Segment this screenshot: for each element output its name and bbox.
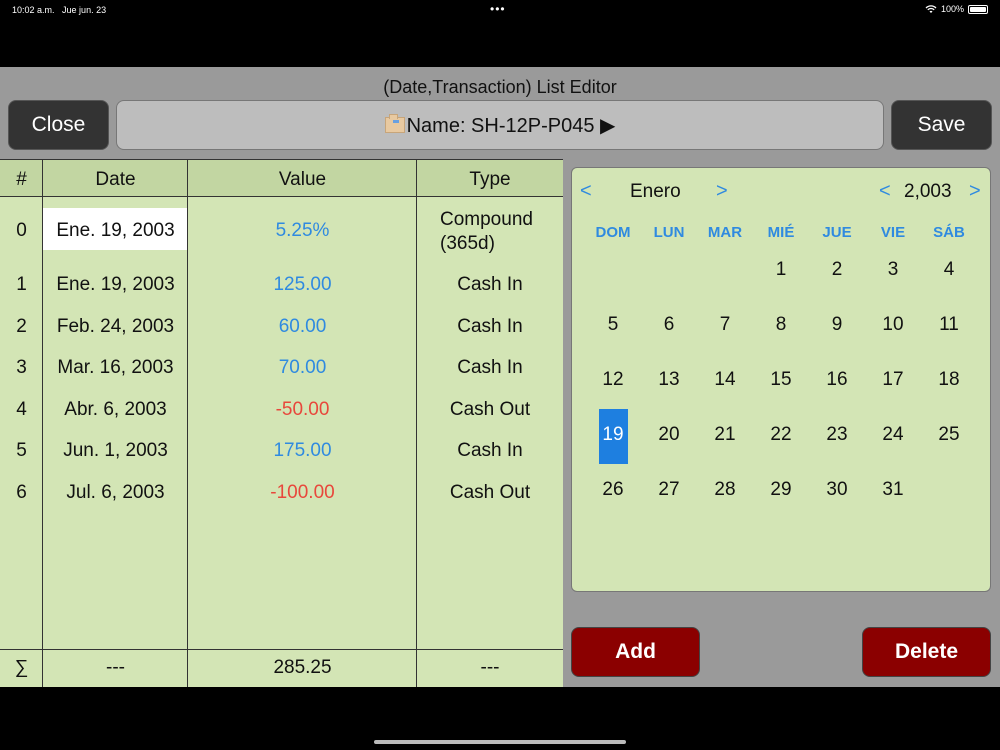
- status-bar: 10:02 a.m. Jue jun. 23 ••• 100%: [0, 0, 1000, 20]
- calendar-day[interactable]: 15: [753, 369, 809, 391]
- calendar-day[interactable]: 14: [697, 369, 753, 391]
- row-index: 2: [16, 316, 27, 337]
- weekday-label: SÁB: [933, 224, 965, 241]
- prev-year-button[interactable]: <: [879, 180, 891, 203]
- date-picker-calendar: < Enero > < 2,003 > DOM LUN MAR MIÉ JUE …: [571, 167, 991, 592]
- sum-symbol: ∑: [14, 657, 29, 678]
- status-right: 100%: [925, 4, 988, 14]
- list-editor-panel: (Date,Transaction) List Editor Close Nam…: [0, 67, 1000, 687]
- calendar-day[interactable]: 19: [585, 424, 641, 446]
- calendar-day[interactable]: 20: [641, 424, 697, 446]
- row-date[interactable]: Abr. 6, 2003: [43, 399, 188, 421]
- header-index: #: [16, 169, 27, 190]
- calendar-day[interactable]: 8: [753, 314, 809, 336]
- total-value: 285.25: [273, 657, 332, 678]
- calendar-day[interactable]: 18: [921, 369, 977, 391]
- next-year-button[interactable]: >: [969, 180, 981, 203]
- row-type[interactable]: Cash In: [417, 274, 563, 296]
- folder-icon: [384, 114, 405, 133]
- window-title: (Date,Transaction) List Editor: [383, 77, 617, 97]
- calendar-day[interactable]: 11: [921, 314, 977, 336]
- footer-type: ---: [480, 657, 500, 678]
- year-label: 2,003: [904, 181, 952, 202]
- calendar-day[interactable]: 16: [809, 369, 865, 391]
- prev-month-button[interactable]: <: [580, 180, 592, 203]
- row-type[interactable]: Compound (365d): [417, 208, 563, 256]
- home-indicator[interactable]: [374, 740, 626, 744]
- calendar-day[interactable]: 28: [697, 479, 753, 501]
- calendar-day[interactable]: 25: [921, 424, 977, 446]
- row-value[interactable]: -50.00: [188, 399, 417, 421]
- weekday-label: MAR: [707, 224, 743, 241]
- calendar-day[interactable]: 12: [585, 369, 641, 391]
- next-month-button[interactable]: >: [716, 180, 728, 203]
- add-button[interactable]: Add: [571, 627, 700, 677]
- status-time: 10:02 a.m. Jue jun. 23: [12, 5, 107, 15]
- row-type[interactable]: Cash Out: [417, 482, 563, 504]
- delete-button[interactable]: Delete: [862, 627, 991, 677]
- calendar-day[interactable]: 29: [753, 479, 809, 501]
- row-type[interactable]: Cash In: [417, 357, 563, 379]
- calendar-day[interactable]: 3: [865, 259, 921, 281]
- close-button[interactable]: Close: [8, 100, 109, 150]
- row-date[interactable]: Ene. 19, 2003: [43, 274, 188, 296]
- calendar-day[interactable]: 17: [865, 369, 921, 391]
- row-value[interactable]: 60.00: [188, 316, 417, 338]
- row-date[interactable]: Jun. 1, 2003: [43, 440, 188, 462]
- row-index: 3: [16, 357, 27, 378]
- row-date[interactable]: Ene. 19, 2003: [43, 220, 188, 242]
- row-date[interactable]: Mar. 16, 2003: [43, 357, 188, 379]
- weekday-label: JUE: [822, 224, 852, 241]
- row-index: 0: [16, 220, 27, 241]
- calendar-day[interactable]: 24: [865, 424, 921, 446]
- name-label: Name: SH-12P-P045 ▶: [406, 114, 616, 137]
- transaction-table: # Date Value Type 0 Ene. 19, 2003 5.25% …: [0, 159, 563, 687]
- wifi-icon: [925, 5, 937, 13]
- calendar-day[interactable]: 13: [641, 369, 697, 391]
- row-type[interactable]: Cash In: [417, 440, 563, 462]
- weekday-label: VIE: [880, 224, 906, 241]
- header-type: Type: [469, 169, 511, 190]
- calendar-day[interactable]: 23: [809, 424, 865, 446]
- weekday-label: DOM: [595, 224, 631, 241]
- calendar-day[interactable]: 2: [809, 259, 865, 281]
- row-value[interactable]: 5.25%: [188, 220, 417, 242]
- calendar-day[interactable]: 7: [697, 314, 753, 336]
- row-type[interactable]: Cash In: [417, 316, 563, 338]
- save-button[interactable]: Save: [891, 100, 992, 150]
- battery-percent: 100%: [940, 4, 964, 14]
- header-value: Value: [278, 169, 327, 190]
- calendar-day[interactable]: 5: [585, 314, 641, 336]
- calendar-day[interactable]: 4: [921, 259, 977, 281]
- weekday-label: MIÉ: [767, 224, 795, 241]
- footer-date: ---: [106, 657, 125, 678]
- calendar-day[interactable]: 10: [865, 314, 921, 336]
- row-value[interactable]: 175.00: [188, 440, 417, 462]
- row-index: 5: [16, 440, 27, 461]
- calendar-day[interactable]: 1: [753, 259, 809, 281]
- month-label: Enero: [630, 181, 681, 202]
- weekday-label: LUN: [653, 224, 685, 241]
- row-value[interactable]: 125.00: [188, 274, 417, 296]
- calendar-day[interactable]: 26: [585, 479, 641, 501]
- row-date[interactable]: Feb. 24, 2003: [43, 316, 188, 338]
- calendar-day[interactable]: 21: [697, 424, 753, 446]
- calendar-day[interactable]: 9: [809, 314, 865, 336]
- row-date[interactable]: Jul. 6, 2003: [43, 482, 188, 504]
- header-date: Date: [95, 169, 136, 190]
- name-selector[interactable]: Name: SH-12P-P045 ▶: [116, 100, 884, 150]
- row-index: 1: [16, 274, 27, 295]
- calendar-day[interactable]: 31: [865, 479, 921, 501]
- battery-icon: [968, 4, 988, 14]
- multitask-dots-icon[interactable]: •••: [490, 2, 506, 16]
- calendar-day[interactable]: 22: [753, 424, 809, 446]
- row-value[interactable]: 70.00: [188, 357, 417, 379]
- row-type[interactable]: Cash Out: [417, 399, 563, 421]
- calendar-day[interactable]: 6: [641, 314, 697, 336]
- row-value[interactable]: -100.00: [188, 482, 417, 504]
- row-index: 6: [16, 482, 27, 503]
- row-index: 4: [16, 399, 27, 420]
- calendar-day[interactable]: 27: [641, 479, 697, 501]
- calendar-day[interactable]: 30: [809, 479, 865, 501]
